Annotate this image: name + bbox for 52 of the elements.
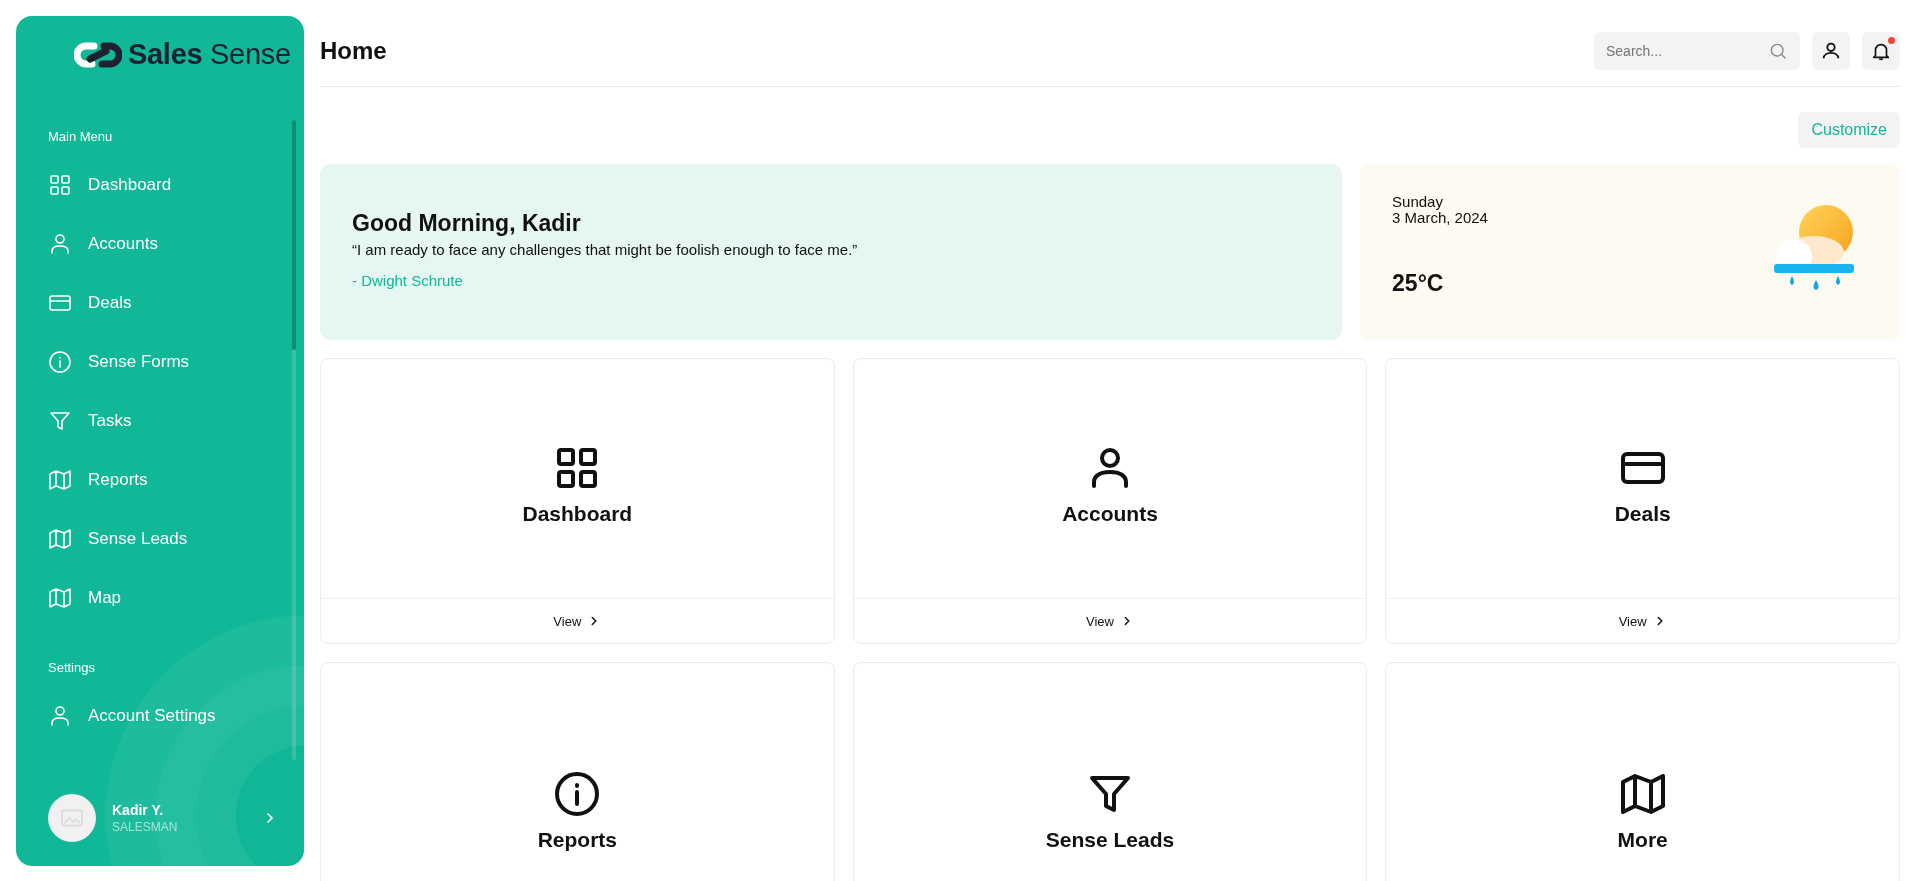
quote-text: “I am ready to face any challenges that might be foolish enough to face me.” — [352, 241, 859, 258]
user-name: Kadir Y. — [112, 802, 164, 818]
sidebar-item[interactable]: Sense Leads — [48, 527, 188, 551]
module-card[interactable]: Deals View — [1385, 358, 1900, 644]
sidebar-item[interactable]: Accounts — [48, 232, 158, 256]
module-card[interactable]: Accounts View — [852, 358, 1368, 644]
customize-button[interactable]: Customize — [1798, 112, 1900, 148]
logo-text: Sales Sense — [128, 38, 291, 71]
card-title: More — [1617, 828, 1668, 852]
person-icon — [48, 232, 72, 256]
sidebar-item[interactable]: Deals — [48, 291, 132, 315]
info-icon — [553, 770, 602, 818]
module-card[interactable]: Reports — [320, 662, 835, 881]
view-link[interactable]: View — [1618, 613, 1667, 629]
sidebar-item[interactable]: Dashboard — [48, 173, 172, 197]
module-card[interactable]: Dashboard View — [320, 358, 835, 644]
map-icon — [48, 586, 72, 610]
card-title: Sense Leads — [1045, 828, 1175, 852]
card-title: Reports — [537, 828, 617, 852]
info-icon — [48, 350, 72, 374]
map-icon — [48, 527, 72, 551]
card-title: Dashboard — [522, 501, 633, 526]
profile-button[interactable] — [1812, 32, 1850, 70]
notification-button[interactable] — [1862, 32, 1900, 70]
sidebar-item[interactable]: Sense Forms — [48, 350, 190, 374]
view-link[interactable]: View — [1086, 613, 1134, 629]
sidebar-item[interactable]: Map — [48, 586, 122, 610]
greeting-title: Good Morning, Kadir — [352, 210, 582, 237]
grid-icon — [48, 173, 72, 197]
sidebar-item[interactable]: Tasks — [48, 409, 132, 433]
quote-author: - Dwight Schrute — [352, 272, 464, 289]
date: 3 March, 2024 — [1392, 210, 1488, 226]
map-icon — [48, 468, 72, 492]
user-role: SALESMAN — [112, 820, 178, 834]
card-title: Accounts — [1062, 501, 1158, 526]
temperature: 25°C — [1392, 270, 1444, 297]
page-title: Home — [320, 37, 387, 65]
module-card[interactable]: Sense Leads — [852, 662, 1368, 881]
search-field[interactable]: Search... — [1594, 32, 1800, 70]
filter-icon — [48, 409, 72, 433]
weekday: Sunday — [1392, 194, 1443, 210]
sidebar-item[interactable]: Account Settings — [48, 704, 216, 728]
view-link[interactable]: View — [553, 613, 602, 629]
card-title: Deals — [1614, 501, 1671, 526]
person-icon — [48, 704, 72, 728]
search-icon — [1768, 41, 1788, 61]
avatar[interactable] — [48, 794, 96, 842]
module-card[interactable]: More — [1385, 662, 1900, 881]
scrollbar[interactable] — [292, 120, 296, 760]
section-title: Main Menu — [48, 129, 113, 144]
section-title: Settings — [48, 660, 95, 675]
sidebar-item[interactable]: Reports — [48, 468, 148, 492]
